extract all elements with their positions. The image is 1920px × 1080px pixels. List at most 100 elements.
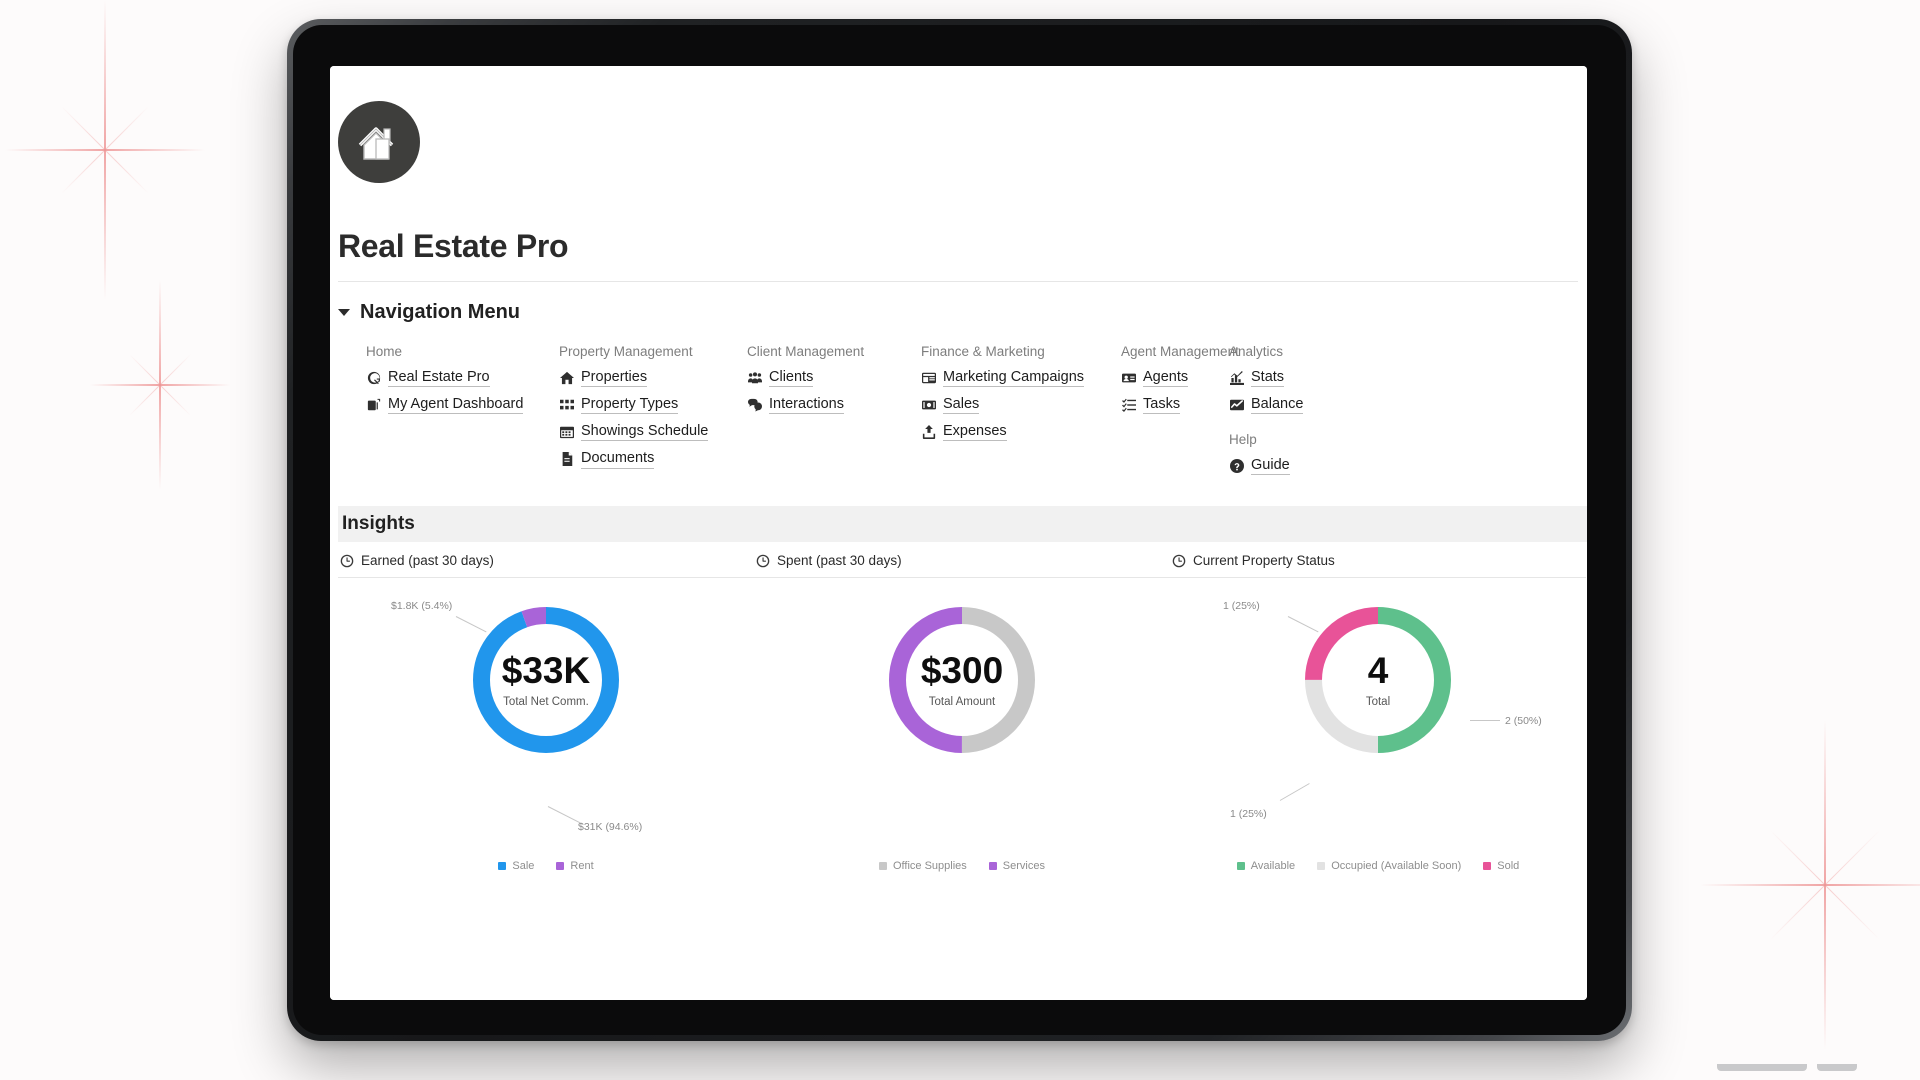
id-badge-icon [1121,370,1136,385]
nav-item-label: Real Estate Pro [388,368,490,388]
nav-item-showings-schedule[interactable]: Showings Schedule [559,422,747,442]
nav-item-label: Sales [943,395,980,415]
legend-label: Available [1250,860,1296,872]
nav-item-tasks[interactable]: Tasks [1121,395,1229,415]
nav-item-guide[interactable]: Guide [1229,456,1349,476]
nav-item-sales[interactable]: Sales [921,395,1121,415]
donut-ring[interactable]: $300 Total Amount [888,606,1036,754]
nav-item-clients[interactable]: Clients [747,368,921,388]
nav-item-label: Properties [581,368,648,388]
megaphone-board-icon [921,370,936,385]
nav-item-label: Balance [1251,395,1304,415]
chevron-down-icon[interactable] [338,309,350,316]
nav-item-stats[interactable]: Stats [1229,368,1349,388]
nav-item-label: Tasks [1143,395,1181,415]
tablet-bottom-edge-left [1717,1064,1807,1071]
nav-item-label: Showings Schedule [581,422,709,442]
chart-callout-label: 2 (50%) [1505,715,1542,727]
insight-card-title: Earned (past 30 days) [361,553,494,568]
legend-item[interactable]: Sold [1483,860,1519,872]
donut-ring[interactable]: $33K Total Net Comm. [472,606,620,754]
dashboard-copy-icon [366,397,381,412]
legend-item[interactable]: Sale [498,860,534,872]
chart-legend: Office Supplies Services [754,860,1170,872]
callout-leader-line [1279,783,1310,801]
chart-legend: Sale Rent [338,860,754,872]
insights-section-header: Insights [338,506,1587,542]
nav-item-expenses[interactable]: Expenses [921,422,1121,442]
legend-label: Sold [1497,860,1520,872]
line-chart-icon [1229,397,1244,412]
legend-item[interactable]: Available [1236,860,1296,872]
clock-icon [340,554,354,568]
document-icon [559,451,574,466]
navigation-grid: Home Real Estate Pro My Agent Dashboard Pro… [366,344,1578,483]
app-logo [338,101,420,183]
external-link-circle-icon [366,370,381,385]
nav-item-interactions[interactable]: Interactions [747,395,921,415]
nav-group-label: Finance & Marketing [921,344,1045,359]
sparkle-decoration-bottom-right [1700,720,1920,1050]
grid-rows-icon [559,397,574,412]
nav-item-label: Clients [769,368,814,388]
nav-item-label: Expenses [943,422,1007,442]
callout-leader-line [547,806,581,824]
nav-item-property-types[interactable]: Property Types [559,395,747,415]
insights-cards: Earned (past 30 days) $33K Total Net Comm.… [338,544,1587,944]
nav-item-real-estate-pro[interactable]: Real Estate Pro [366,368,559,388]
nav-column: Agent Management Agents Tasks [1121,344,1239,483]
nav-item-my-agent-dashboard[interactable]: My Agent Dashboard [366,395,559,415]
legend-item[interactable]: Services [988,860,1045,872]
chart-callout-label: $1.8K (5.4%) [391,600,453,612]
nav-group-label: Client Management [747,344,865,359]
clock-icon [756,554,770,568]
page-title: Real Estate Pro [338,228,569,264]
chat-bubbles-icon [747,397,762,412]
insights-title: Insights [342,513,415,534]
legend-swatch [1317,862,1326,870]
nav-group-label: Analytics [1229,344,1284,359]
chart-legend: Available Occupied (Available Soon) Sold [1170,860,1586,872]
nav-item-marketing-campaigns[interactable]: Marketing Campaigns [921,368,1121,388]
donut-chart: $33K Total Net Comm. $1.8K (5.4%) $31K (94.… [338,578,754,878]
nav-group-label: Help [1229,432,1257,448]
donut-segment[interactable] [473,607,619,753]
legend-item[interactable]: Rent [556,860,594,872]
nav-column: Client Management Clients Interactions [747,344,921,483]
upload-box-icon [921,424,936,439]
legend-label: Occupied (Available Soon) [1331,860,1462,872]
navigation-menu: Navigation Menu Home Real Estate Pro My Ag… [338,301,1578,483]
nav-item-balance[interactable]: Balance [1229,395,1349,415]
nav-column: Finance & Marketing Marketing Campaigns Sa… [921,344,1121,483]
nav-item-agents[interactable]: Agents [1121,368,1229,388]
nav-item-label: Stats [1251,368,1285,388]
insight-card-header: Current Property Status [1170,544,1586,578]
nav-group-label: Property Management [559,344,693,359]
legend-item[interactable]: Occupied (Available Soon) [1317,860,1461,872]
nav-item-label: Interactions [769,395,844,415]
donut-ring[interactable]: 4 Total [1304,606,1452,754]
nav-item-label: Agents [1143,368,1189,388]
nav-item-label: Marketing Campaigns [943,368,1085,388]
legend-swatch [1483,862,1492,870]
calendar-icon [559,424,574,439]
tablet-screen: Real Estate Pro Navigation Menu Home Real… [330,66,1587,1000]
legend-swatch [556,862,565,870]
nav-group-label: Agent Management [1121,344,1239,359]
task-list-icon [1121,397,1136,412]
nav-item-documents[interactable]: Documents [559,449,747,469]
house-icon [559,370,574,385]
legend-swatch [1236,862,1245,870]
nav-item-label: My Agent Dashboard [388,395,524,415]
callout-leader-line [1470,720,1500,721]
nav-column: Home Real Estate Pro My Agent Dashboard [366,344,559,483]
people-group-icon [747,370,762,385]
nav-group-label: Home [366,344,403,359]
house-logo-icon [358,127,394,160]
legend-item[interactable]: Office Supplies [879,860,967,872]
donut-chart: 4 Total 1 (25%) 2 (50%) 1 (25%) Available Occu… [1170,578,1586,878]
navigation-menu-toggle[interactable]: Navigation Menu [338,301,1578,324]
nav-item-properties[interactable]: Properties [559,368,747,388]
nav-item-label: Documents [581,449,655,469]
insight-card: Current Property Status 4 Total 1 (25%) 2 (5… [1170,544,1586,944]
